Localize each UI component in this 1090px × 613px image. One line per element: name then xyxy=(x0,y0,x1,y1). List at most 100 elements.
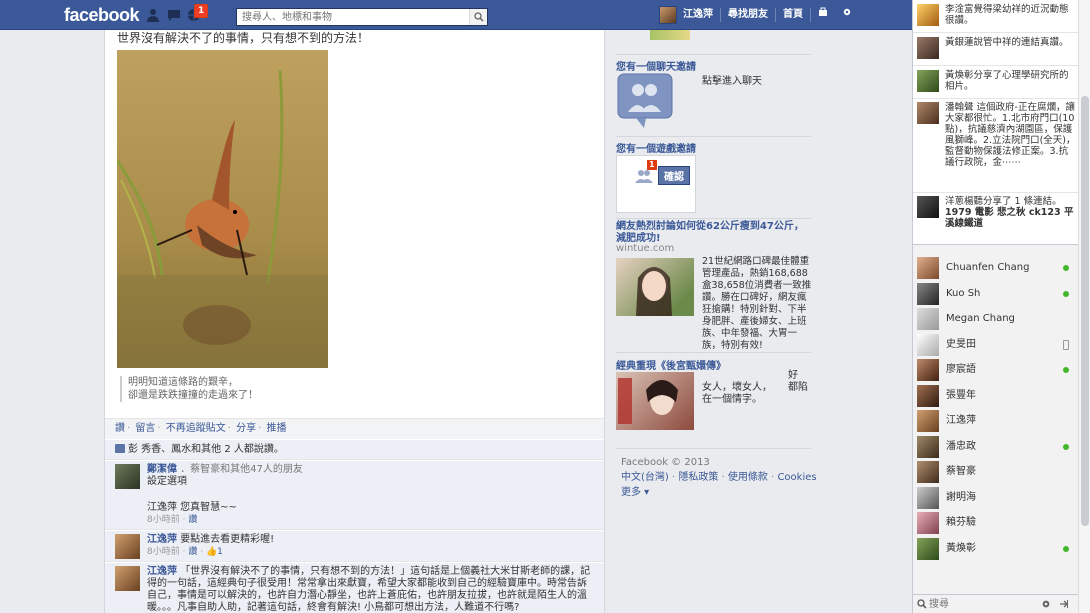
find-friends-link[interactable]: 尋找朋友 xyxy=(721,0,775,30)
online-status-icon xyxy=(1063,443,1069,450)
chat-friend-item[interactable]: 蔡智豪 xyxy=(917,461,1077,483)
comment-like-link[interactable]: 讚 xyxy=(188,515,197,525)
avatar[interactable] xyxy=(917,384,939,407)
ticker-item[interactable]: 洋蔥楊聽分享了 1 條連結。 1979 電影 悲之秋 ck123 平溪線鐵道 xyxy=(917,196,1077,229)
chat-friend-item[interactable]: 史旻田 xyxy=(917,333,1077,356)
privacy-shortcuts-icon[interactable] xyxy=(811,0,835,30)
profile-link[interactable]: 江逸萍 xyxy=(681,0,720,30)
avatar[interactable] xyxy=(115,566,140,591)
footer-link-privacy[interactable]: 隱私政策 xyxy=(678,472,718,483)
ad-image[interactable] xyxy=(616,372,694,430)
divider xyxy=(913,32,1078,33)
ticker-link-title[interactable]: 1979 電影 悲之秋 ck123 平溪線鐵道 xyxy=(945,207,1077,229)
avatar[interactable] xyxy=(659,6,677,24)
facebook-logo[interactable]: facebook xyxy=(64,5,140,26)
chat-friend-item[interactable]: 賴芬驗 xyxy=(917,512,1077,534)
ticker-item[interactable]: 黃煥彰分享了心理學研究所的相片。 xyxy=(917,70,1077,92)
avatar[interactable] xyxy=(917,282,939,305)
footer-link-cookies[interactable]: Cookies xyxy=(777,472,816,483)
ad-title[interactable]: 網友熱烈討論如何從62公斤瘦到47公斤，減肥成功! xyxy=(616,221,811,245)
online-status-icon xyxy=(1063,545,1069,552)
chat-friend-item[interactable]: Chuanfen Chang xyxy=(917,257,1077,279)
chat-friend-item[interactable]: Megan Chang xyxy=(917,308,1077,330)
ticker-item[interactable]: 黃銀蓮說管中祥的連結真讚。 xyxy=(917,37,1077,59)
scrollbar[interactable] xyxy=(1078,0,1090,613)
chat-friend-name: 謝明海 xyxy=(946,491,976,503)
like-link[interactable]: 讚 xyxy=(115,423,125,434)
avatar[interactable] xyxy=(917,486,939,509)
avatar[interactable] xyxy=(917,537,939,560)
avatar[interactable] xyxy=(917,4,939,26)
search-button[interactable] xyxy=(469,9,487,25)
ad-text: 21世紀網路口碑最佳體重管理產品，熱銷168,688盒38,658位消費者一致推… xyxy=(702,256,812,351)
comment-link[interactable]: 留言 xyxy=(135,423,155,434)
gear-icon[interactable] xyxy=(1041,599,1051,609)
ad-thumbnail[interactable] xyxy=(650,30,690,40)
footer-link-language[interactable]: 中文(台灣) xyxy=(621,472,669,483)
avatar[interactable] xyxy=(917,70,939,92)
search-input[interactable] xyxy=(237,9,467,25)
ticker-item[interactable]: 李淦富覺得梁幼祥的近況動態很讚。 xyxy=(917,4,1077,26)
avatar[interactable] xyxy=(115,464,140,489)
ad-image[interactable] xyxy=(616,258,694,316)
friend-requests-icon[interactable] xyxy=(146,8,160,22)
confirm-button[interactable]: 確認 xyxy=(658,166,690,185)
chat-friend-item[interactable]: 廖宸語 xyxy=(917,359,1077,381)
avatar[interactable] xyxy=(917,37,939,59)
share-link[interactable]: 分享 xyxy=(236,423,256,434)
chat-invite-title[interactable]: 您有一個聊天邀請 xyxy=(616,58,811,73)
comment-author[interactable]: 江逸萍 xyxy=(147,534,177,545)
divider xyxy=(616,448,811,449)
footer-more-link[interactable]: 更多 xyxy=(621,487,641,498)
scrollbar-thumb[interactable] xyxy=(1081,96,1089,526)
comment-text: 要點進去看更精彩喔! xyxy=(180,534,275,545)
comment-like-link[interactable]: 讚 xyxy=(188,547,197,557)
ad-domain[interactable]: wintue.com xyxy=(616,243,811,254)
likes-text[interactable]: 彭 秀香、鳳水和其他 2 人都說讚。 xyxy=(128,444,284,455)
comment-like-count[interactable]: 👍1 xyxy=(206,547,223,557)
avatar[interactable] xyxy=(917,308,939,330)
game-invite-box[interactable]: 1 確認 xyxy=(616,155,696,213)
avatar[interactable] xyxy=(917,102,939,124)
avatar[interactable] xyxy=(917,333,939,356)
ticker-text: 黃銀蓮說管中祥的連結真讚。 xyxy=(945,37,1069,48)
post-photo[interactable] xyxy=(117,50,328,368)
game-invite-title[interactable]: 您有一個遊戲邀請 xyxy=(616,140,811,155)
chat-friend-item[interactable]: 謝明海 xyxy=(917,486,1077,509)
settings-gear-icon[interactable] xyxy=(835,0,859,30)
chevron-down-icon[interactable]: ▾ xyxy=(641,487,649,498)
comment-author[interactable]: 鄭潔偉 xyxy=(147,464,177,475)
comment-item: 鄭潔偉 ．蔡智豪和其他47人的朋友 設定選項 江逸萍 您真智慧~~ 8小時前 ·… xyxy=(105,461,604,530)
messages-icon[interactable] xyxy=(167,8,181,22)
chat-friend-item[interactable]: 黃煥彰 xyxy=(917,537,1077,560)
ad-title[interactable]: 經典重現《後宮甄嬛傳》 xyxy=(616,357,811,372)
avatar[interactable] xyxy=(115,534,140,559)
divider xyxy=(616,54,811,55)
avatar[interactable] xyxy=(917,435,939,458)
comment-author[interactable]: 江逸萍 xyxy=(147,566,177,577)
expand-arrow-icon[interactable] xyxy=(1059,599,1069,609)
avatar[interactable] xyxy=(917,410,939,432)
promote-link[interactable]: 推播 xyxy=(267,423,287,434)
top-nav: 江逸萍 尋找朋友 首頁 xyxy=(659,0,859,30)
chat-friend-item[interactable]: 張豐年 xyxy=(917,384,1077,407)
avatar[interactable] xyxy=(917,512,939,534)
chat-friend-item[interactable]: 江逸萍 xyxy=(917,410,1077,432)
home-link[interactable]: 首頁 xyxy=(776,0,810,30)
unfollow-post-link[interactable]: 不再追蹤貼文 xyxy=(166,423,226,434)
chat-invite-text[interactable]: 點擊進入聊天 xyxy=(702,72,812,87)
settings-option[interactable]: 設定選項 xyxy=(147,476,596,488)
comment-time[interactable]: 8小時前 xyxy=(147,515,180,525)
avatar[interactable] xyxy=(917,359,939,381)
chat-search-input[interactable] xyxy=(917,597,1032,611)
chat-friend-item[interactable]: Kuo Sh xyxy=(917,282,1077,305)
avatar[interactable] xyxy=(917,257,939,279)
avatar[interactable] xyxy=(917,196,939,218)
ticker-item[interactable]: 潘翰聲 這個政府-正在腐爛，讓大家都很忙。1.北市府門口(10點)，抗議慈濟內湖… xyxy=(917,102,1077,168)
chat-friend-item[interactable]: 潘忠政 xyxy=(917,435,1077,458)
comment-time[interactable]: 8小時前 xyxy=(147,547,180,557)
footer-link-terms[interactable]: 使用條款 xyxy=(728,472,768,483)
avatar[interactable] xyxy=(917,461,939,483)
divider xyxy=(913,192,1078,193)
chat-bubble-icon[interactable] xyxy=(616,72,674,130)
